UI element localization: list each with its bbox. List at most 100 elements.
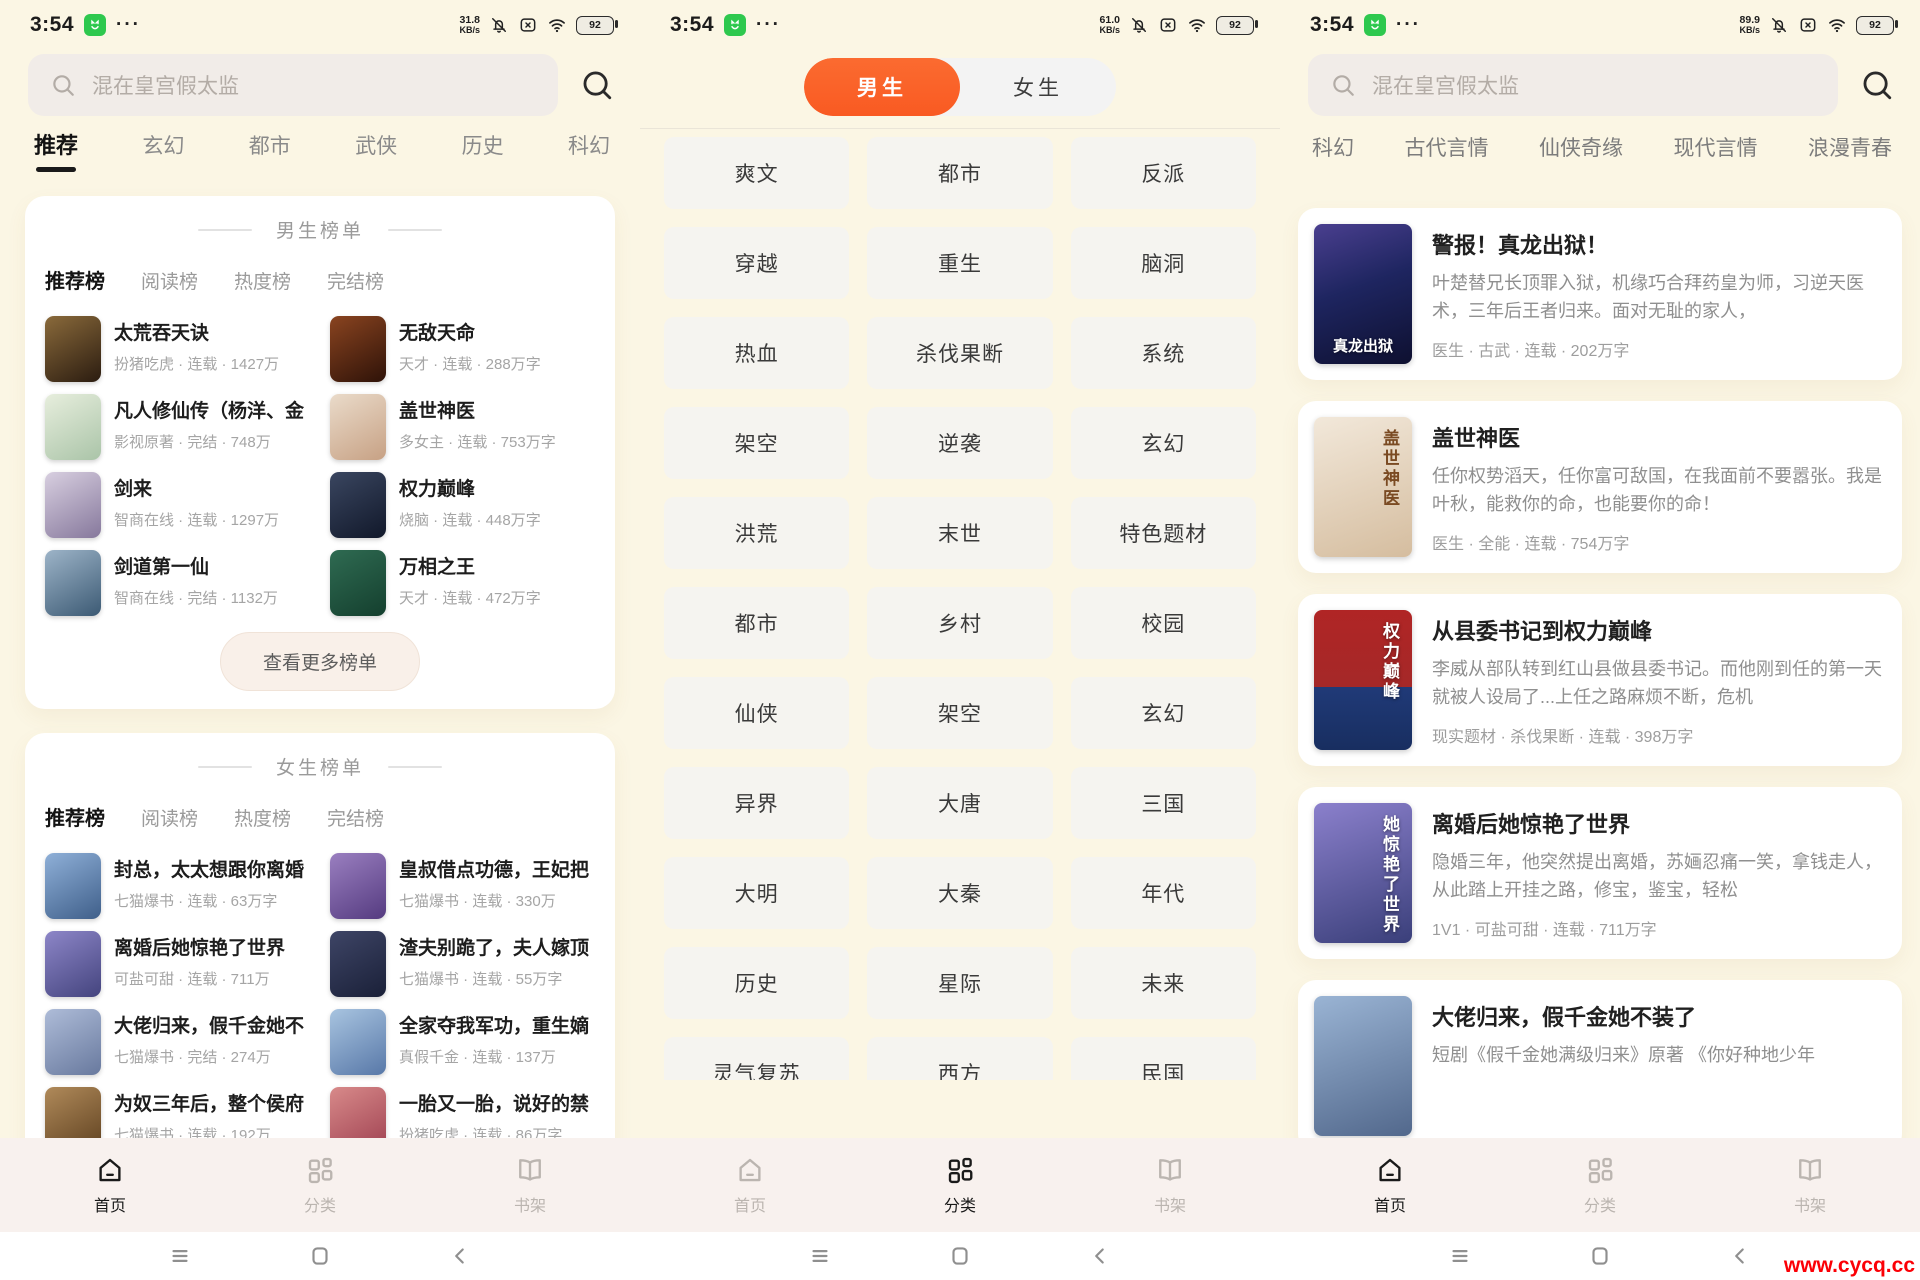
category-button[interactable]: 特色题材 <box>1070 497 1256 569</box>
android-back-button[interactable] <box>1719 1241 1761 1271</box>
category-button[interactable]: 都市 <box>867 137 1053 209</box>
book-card[interactable]: 盖世神医 盖世神医 任你权势滔天，任你富可敌国，在我面前不要嚣张。我是叶秋，能救… <box>1298 401 1902 573</box>
category-grid-scroll[interactable]: 爽文 都市 反派 穿越 重生 脑洞 热血 杀伐果断 系统 架空 逆袭 玄幻 洪荒… <box>664 137 1256 1080</box>
category-button[interactable]: 反派 <box>1070 137 1256 209</box>
tab-fantasy[interactable]: 玄幻 <box>142 130 184 172</box>
category-button[interactable]: 脑洞 <box>1070 227 1256 299</box>
category-button[interactable]: 架空 <box>664 407 850 479</box>
book-list-item[interactable]: 全家夺我军功，重生嫡 真假千金 · 连载 · 137万 <box>330 1009 595 1075</box>
book-list-item[interactable]: 盖世神医 多女主 · 连载 · 753万字 <box>330 394 595 460</box>
android-home-button[interactable] <box>1579 1241 1621 1271</box>
book-list-item[interactable]: 渣夫别跪了，夫人嫁顶 七猫爆书 · 连载 · 55万字 <box>330 931 595 997</box>
category-button[interactable]: 西方 <box>867 1037 1053 1080</box>
category-button[interactable]: 大唐 <box>867 767 1053 839</box>
book-card[interactable]: 她惊艳了世界 离婚后她惊艳了世界 隐婚三年，他突然提出离婚，苏婳忍痛一笑，拿钱走… <box>1298 787 1902 959</box>
android-home-button[interactable] <box>939 1241 981 1271</box>
category-button[interactable]: 异界 <box>664 767 850 839</box>
ranktab-hot[interactable]: 热度榜 <box>234 804 291 831</box>
category-button[interactable]: 灵气复苏 <box>664 1037 850 1080</box>
book-list-item[interactable]: 剑道第一仙 智商在线 · 完结 · 1132万 <box>45 550 310 616</box>
ranktab-reading[interactable]: 阅读榜 <box>141 804 198 831</box>
category-button[interactable]: 杀伐果断 <box>867 317 1053 389</box>
category-button[interactable]: 逆袭 <box>867 407 1053 479</box>
tabbar-categories[interactable]: 分类 <box>920 1138 1000 1232</box>
category-button[interactable]: 未来 <box>1070 947 1256 1019</box>
tab-urban[interactable]: 都市 <box>249 130 291 172</box>
category-button[interactable]: 校园 <box>1070 587 1256 659</box>
tab-wuxia[interactable]: 武侠 <box>355 130 397 172</box>
search-input[interactable]: 混在皇宫假太监 <box>1308 54 1838 116</box>
book-list-item[interactable]: 凡人修仙传（杨洋、金 影视原著 · 完结 · 748万 <box>45 394 310 460</box>
category-button[interactable]: 玄幻 <box>1070 407 1256 479</box>
android-home-button[interactable] <box>299 1241 341 1271</box>
book-list-item[interactable]: 大佬归来，假千金她不 七猫爆书 · 完结 · 274万 <box>45 1009 310 1075</box>
sim-disabled-icon <box>1800 18 1816 32</box>
toggle-female[interactable]: 女生 <box>960 58 1116 116</box>
category-button[interactable]: 爽文 <box>664 137 850 209</box>
tab-scifi[interactable]: 科幻 <box>568 130 610 172</box>
category-button[interactable]: 年代 <box>1070 857 1256 929</box>
book-list-item[interactable]: 剑来 智商在线 · 连载 · 1297万 <box>45 472 310 538</box>
category-button[interactable]: 架空 <box>867 677 1053 749</box>
tabbar-categories[interactable]: 分类 <box>1560 1138 1640 1232</box>
tab-history[interactable]: 历史 <box>462 130 504 172</box>
category-button[interactable]: 玄幻 <box>1070 677 1256 749</box>
android-menu-button[interactable] <box>799 1241 841 1271</box>
ranktab-recommend[interactable]: 推荐榜 <box>45 802 105 831</box>
category-button[interactable]: 穿越 <box>664 227 850 299</box>
ranktab-reading[interactable]: 阅读榜 <box>141 267 198 294</box>
ranktab-recommend[interactable]: 推荐榜 <box>45 265 105 294</box>
book-list-item[interactable]: 太荒吞天诀 扮猪吃虎 · 连载 · 1427万 <box>45 316 310 382</box>
tab-scifi[interactable]: 科幻 <box>1312 132 1354 162</box>
ranktab-finished[interactable]: 完结榜 <box>327 267 384 294</box>
tabbar-bookshelf[interactable]: 书架 <box>1130 1138 1210 1232</box>
category-button[interactable]: 系统 <box>1070 317 1256 389</box>
android-menu-button[interactable] <box>1439 1241 1481 1271</box>
search-input[interactable]: 混在皇宫假太监 <box>28 54 558 116</box>
book-list-item[interactable]: 万相之王 天才 · 连载 · 472万字 <box>330 550 595 616</box>
tab-xianxia-romance[interactable]: 仙侠奇缘 <box>1539 132 1623 162</box>
book-card[interactable]: 真龙出狱 警报！真龙出狱！ 叶楚替兄长顶罪入狱，机缘巧合拜药皇为师，习逆天医术，… <box>1298 208 1902 380</box>
ranktab-hot[interactable]: 热度榜 <box>234 267 291 294</box>
category-button[interactable]: 大明 <box>664 857 850 929</box>
book-card[interactable]: 权力巅峰 从县委书记到权力巅峰 李威从部队转到红山县做县委书记。而他刚到任的第一… <box>1298 594 1902 766</box>
search-icon <box>1333 75 1354 96</box>
book-list-item[interactable]: 无敌天命 天才 · 连载 · 288万字 <box>330 316 595 382</box>
android-back-button[interactable] <box>439 1241 481 1271</box>
toggle-male[interactable]: 男生 <box>804 58 960 116</box>
category-button[interactable]: 热血 <box>664 317 850 389</box>
category-button[interactable]: 仙侠 <box>664 677 850 749</box>
category-button[interactable]: 重生 <box>867 227 1053 299</box>
category-button[interactable]: 都市 <box>664 587 850 659</box>
tabbar-categories[interactable]: 分类 <box>280 1138 360 1232</box>
android-menu-button[interactable] <box>159 1241 201 1271</box>
category-button[interactable]: 星际 <box>867 947 1053 1019</box>
book-list-item[interactable]: 皇叔借点功德，王妃把 七猫爆书 · 连载 · 330万 <box>330 853 595 919</box>
category-button[interactable]: 洪荒 <box>664 497 850 569</box>
battery-indicator: 92 <box>576 15 618 35</box>
android-back-button[interactable] <box>1079 1241 1121 1271</box>
book-list-item[interactable]: 封总，太太想跟你离婚 七猫爆书 · 连载 · 63万字 <box>45 853 310 919</box>
search-button-icon[interactable] <box>1860 68 1894 102</box>
category-button[interactable]: 乡村 <box>867 587 1053 659</box>
category-button[interactable]: 大秦 <box>867 857 1053 929</box>
tab-ancient-romance[interactable]: 古代言情 <box>1405 132 1489 162</box>
ranktab-finished[interactable]: 完结榜 <box>327 804 384 831</box>
book-card[interactable]: 大佬归来，假千金她不装了 短剧《假千金她满级归来》原著 《你好种地少年 <box>1298 980 1902 1152</box>
category-button[interactable]: 三国 <box>1070 767 1256 839</box>
category-button[interactable]: 民国 <box>1070 1037 1256 1080</box>
tab-modern-romance[interactable]: 现代言情 <box>1674 132 1758 162</box>
tab-recommend[interactable]: 推荐 <box>34 128 78 172</box>
tabbar-bookshelf[interactable]: 书架 <box>490 1138 570 1232</box>
tabbar-home[interactable]: 首页 <box>1350 1138 1430 1232</box>
view-more-rankings-button[interactable]: 查看更多榜单 <box>219 632 420 691</box>
tabbar-home[interactable]: 首页 <box>710 1138 790 1232</box>
tab-youth-romance[interactable]: 浪漫青春 <box>1808 132 1892 162</box>
search-button-icon[interactable] <box>580 68 614 102</box>
book-list-item[interactable]: 权力巅峰 烧脑 · 连载 · 448万字 <box>330 472 595 538</box>
book-list-item[interactable]: 离婚后她惊艳了世界 可盐可甜 · 连载 · 711万 <box>45 931 310 997</box>
tabbar-bookshelf[interactable]: 书架 <box>1770 1138 1850 1232</box>
category-button[interactable]: 历史 <box>664 947 850 1019</box>
category-button[interactable]: 末世 <box>867 497 1053 569</box>
tabbar-home[interactable]: 首页 <box>70 1138 150 1232</box>
